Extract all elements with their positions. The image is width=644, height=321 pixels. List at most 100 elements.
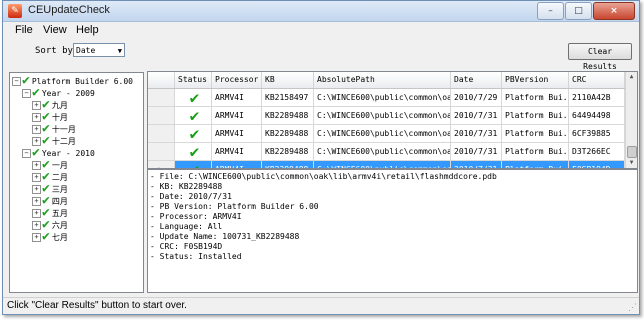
column-header-status[interactable]: Status [175,72,212,88]
expand-icon[interactable]: + [32,232,41,242]
column-header-kb[interactable]: KB [262,72,314,88]
tree-month-label: 十二月 [51,136,76,146]
detail-processor: - Processor: ARMV4I [150,212,242,221]
expand-icon[interactable]: + [32,184,41,194]
cell-processor: ARMV4I [212,107,262,124]
detail-pb-version: - PB Version: Platform Builder 6.00 [150,202,319,211]
cell-kb: KB2289488 [262,161,314,168]
scroll-thumb[interactable] [627,146,637,158]
window-title: CEUpdateCheck [28,4,110,16]
detail-date: - Date: 2010/7/31 [150,192,232,201]
sort-label: Sort by: [35,46,79,56]
cell-pbversion: Platform Bui... [502,161,569,168]
tree-node-month[interactable]: + ✔ 七月 [32,229,68,244]
tree-node-year-2009[interactable]: − ✔ Year - 2009 [22,86,95,99]
minimize-button[interactable]: – [537,2,564,20]
cell-kb: KB2289488 [262,107,314,124]
clear-results-button[interactable]: Clear Results [568,43,632,71]
cell-crc: 6CF39885 [569,125,625,142]
detail-language: - Language: All [150,222,223,231]
collapse-icon[interactable]: − [12,76,21,86]
grid-vertical-scrollbar[interactable]: ▲ ▼ [625,72,637,168]
menu-bar: File View Help [3,22,639,38]
tree-node-year-2010[interactable]: − ✔ Year - 2010 [22,145,95,160]
tree-month-label: 三月 [51,184,68,194]
collapse-icon[interactable]: − [22,88,31,98]
status-check-icon: ✔ [175,161,212,168]
row-header[interactable] [148,143,175,160]
close-button[interactable]: × [593,2,635,20]
update-tree[interactable]: − ✔ Platform Builder 6.00 − ✔ Year - 200… [9,72,144,293]
cell-path: C:\WINCE600\public\common\oak... [314,107,451,124]
cell-path: C:\WINCE600\public\common\oak... [314,125,451,142]
cell-kb: KB2158497 [262,89,314,106]
column-header-absolutepath[interactable]: AbsolutePath [314,72,451,88]
maximize-button[interactable]: □ [565,2,592,20]
table-row[interactable]: ✔ ARMV4I KB2289488 C:\WINCE600\public\co… [148,143,625,161]
scroll-up-icon[interactable]: ▲ [626,72,637,82]
check-icon: ✔ [42,229,50,244]
scroll-down-icon[interactable]: ▼ [626,158,637,168]
tree-node-root[interactable]: − ✔ Platform Builder 6.00 [12,74,133,87]
status-bar: Click "Clear Results" button to start ov… [3,297,639,314]
results-grid[interactable]: Status Processor KB AbsolutePath Date PB… [147,71,638,169]
cell-crc: 64494498 [569,107,625,124]
expand-icon[interactable]: + [32,160,41,170]
sort-dropdown[interactable]: Date ▼ [73,43,125,57]
detail-crc: - CRC: F0SB194D [150,242,223,251]
expand-icon[interactable]: + [32,172,41,182]
tree-month-label: 七月 [51,232,68,242]
resize-grip-icon[interactable]: ⋰ [628,302,637,313]
title-bar[interactable]: ✎ CEUpdateCheck – □ × [3,1,639,22]
check-icon: ✔ [42,133,50,148]
status-text: Click "Clear Results" button to start ov… [7,300,187,311]
app-window: ✎ CEUpdateCheck – □ × File View Help Sor… [2,0,640,315]
cell-path: C:\WINCE600\public\common\oak... [314,143,451,160]
status-check-icon: ✔ [175,143,212,160]
cell-pbversion: Platform Bui... [502,89,569,106]
expand-icon[interactable]: + [32,220,41,230]
collapse-icon[interactable]: − [22,148,31,158]
status-check-icon: ✔ [175,107,212,124]
detail-file: - File: C:\WINCE600\public\common\oak\li… [150,172,497,181]
cell-kb: KB2289488 [262,143,314,160]
menu-view[interactable]: View [43,24,67,36]
toolbar: Sort by: Date ▼ Clear Results [3,40,639,71]
tree-node-month[interactable]: + ✔ 十一月 [32,122,76,135]
expand-icon[interactable]: + [32,112,41,122]
status-check-icon: ✔ [175,89,212,106]
caption-buttons: – □ × [536,2,635,20]
row-header[interactable] [148,89,175,106]
cell-date: 2010/7/31 [451,107,502,124]
menu-help[interactable]: Help [76,24,99,36]
cell-path: C:\WINCE600\public\common\oak... [314,89,451,106]
row-header[interactable] [148,125,175,142]
cell-processor: ARMV4I [212,125,262,142]
tree-month-label: 十一月 [51,124,76,134]
table-row-selected[interactable]: ▶ ✔ ARMV4I KB2289488 C:\WINCE600\public\… [148,161,625,168]
check-icon: ✔ [32,145,40,160]
column-header-date[interactable]: Date [451,72,502,88]
column-header-pbversion[interactable]: PBVersion [502,72,569,88]
detail-update-name: - Update Name: 100731_KB2289488 [150,232,300,241]
row-header[interactable] [148,107,175,124]
detail-kb: - KB: KB2289488 [150,182,223,191]
column-header-crc[interactable]: CRC [569,72,625,88]
row-pointer-icon[interactable]: ▶ [148,161,175,168]
menu-file[interactable]: File [15,24,33,36]
tree-month-label: 一月 [51,160,68,170]
tree-month-label: 六月 [51,220,68,230]
table-row[interactable]: ✔ ARMV4I KB2158497 C:\WINCE600\public\co… [148,89,625,107]
column-header-processor[interactable]: Processor [212,72,262,88]
table-row[interactable]: ✔ ARMV4I KB2289488 C:\WINCE600\public\co… [148,125,625,143]
expand-icon[interactable]: + [32,124,41,134]
expand-icon[interactable]: + [32,100,41,110]
expand-icon[interactable]: + [32,196,41,206]
column-header-rowhead [148,72,175,88]
detail-status: - Status: Installed [150,252,242,261]
tree-month-label: 五月 [51,208,68,218]
table-row[interactable]: ✔ ARMV4I KB2289488 C:\WINCE600\public\co… [148,107,625,125]
details-panel[interactable]: - File: C:\WINCE600\public\common\oak\li… [147,169,638,293]
expand-icon[interactable]: + [32,208,41,218]
cell-processor: ARMV4I [212,143,262,160]
